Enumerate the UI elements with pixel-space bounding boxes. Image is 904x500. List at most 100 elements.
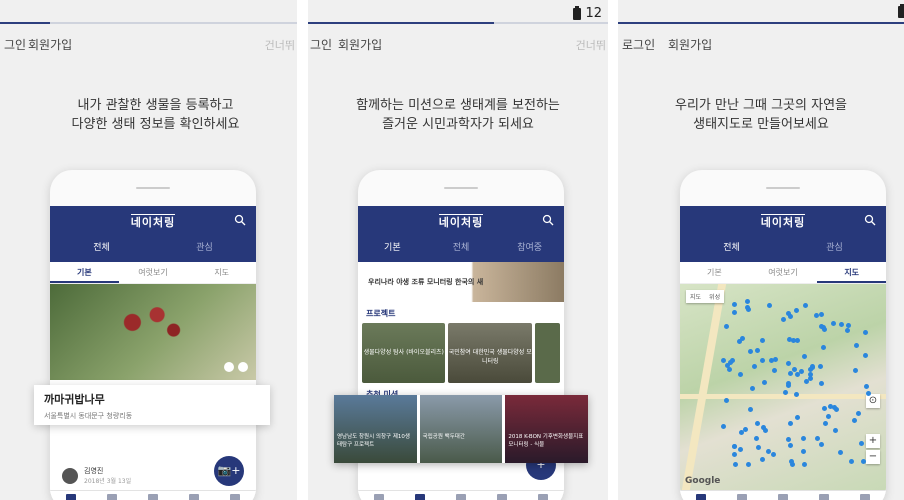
nav-camera-icon[interactable] — [358, 491, 399, 500]
subtab-map[interactable]: 지도 — [187, 262, 256, 283]
observation-marker[interactable] — [801, 462, 807, 468]
observation-photo[interactable] — [50, 284, 256, 380]
observation-marker[interactable] — [780, 316, 786, 322]
nav-camera-icon[interactable] — [50, 491, 91, 500]
tab-interest[interactable]: 관심 — [783, 238, 886, 262]
observation-marker[interactable] — [788, 442, 794, 448]
observation-marker[interactable] — [754, 436, 760, 442]
subtab-multi[interactable]: 여럿보기 — [749, 262, 818, 283]
observation-marker[interactable] — [731, 444, 737, 450]
observation-map[interactable]: 지도 위성 ⊙ + − Google — [680, 284, 886, 490]
observation-marker[interactable] — [785, 361, 791, 367]
tab-all[interactable]: 전체 — [680, 238, 783, 262]
observation-marker[interactable] — [854, 342, 860, 348]
nav-flag-icon[interactable] — [721, 491, 762, 500]
observation-marker[interactable] — [770, 452, 776, 458]
observation-marker[interactable] — [863, 352, 869, 358]
observation-marker[interactable] — [738, 447, 744, 453]
observation-marker[interactable] — [787, 420, 793, 426]
nav-gallery-icon[interactable] — [762, 491, 803, 500]
nav-menu-icon[interactable] — [523, 491, 564, 500]
signup-link[interactable]: 회원가입 — [668, 36, 712, 53]
map-type-map[interactable]: 지도 — [686, 290, 705, 303]
observation-marker[interactable] — [761, 379, 767, 385]
observation-marker[interactable] — [818, 311, 824, 317]
signup-link[interactable]: 회원가입 — [28, 36, 72, 53]
observation-marker[interactable] — [821, 326, 827, 332]
project-card[interactable] — [534, 323, 561, 383]
observation-marker[interactable] — [815, 435, 821, 441]
observation-marker[interactable] — [822, 405, 828, 411]
observation-marker[interactable] — [803, 302, 809, 308]
observation-marker[interactable] — [759, 338, 765, 344]
observation-marker[interactable] — [800, 436, 806, 442]
observation-marker[interactable] — [745, 461, 751, 467]
observation-marker[interactable] — [795, 372, 801, 378]
observation-marker[interactable] — [863, 383, 869, 389]
observation-marker[interactable] — [822, 420, 828, 426]
observation-card[interactable]: 까마귀밥나무 서울특별시 동대문구 청량리동 — [34, 385, 270, 425]
tab-joined[interactable]: 참여중 — [495, 238, 564, 262]
subtab-multi[interactable]: 여럿보기 — [119, 262, 188, 283]
nav-bell-icon[interactable] — [804, 491, 845, 500]
observation-marker[interactable] — [831, 320, 837, 326]
subtab-basic[interactable]: 기본 — [50, 262, 119, 283]
observation-marker[interactable] — [813, 313, 819, 319]
observation-marker[interactable] — [800, 448, 806, 454]
observation-marker[interactable] — [844, 328, 850, 334]
observation-marker[interactable] — [782, 389, 788, 395]
observation-marker[interactable] — [744, 299, 750, 305]
observation-marker[interactable] — [865, 390, 871, 396]
observation-marker[interactable] — [859, 440, 865, 446]
subtab-map[interactable]: 지도 — [817, 262, 886, 283]
map-type-toggle[interactable]: 지도 위성 — [686, 290, 725, 303]
search-icon[interactable] — [234, 214, 246, 226]
monitoring-banner[interactable]: 우리나라 야생 조류 모니터링 한국의 새 — [358, 262, 564, 302]
observation-marker[interactable] — [771, 367, 777, 373]
observation-marker[interactable] — [838, 449, 844, 455]
tab-basic[interactable]: 기본 — [358, 238, 427, 262]
nav-menu-icon[interactable] — [845, 491, 886, 500]
observation-marker[interactable] — [832, 428, 838, 434]
nav-bell-icon[interactable] — [482, 491, 523, 500]
search-icon[interactable] — [864, 214, 876, 226]
observation-marker[interactable] — [760, 456, 765, 462]
skip-link[interactable]: 건너뛰 — [265, 37, 295, 53]
observation-marker[interactable] — [747, 407, 753, 413]
login-link[interactable]: 그인 — [310, 36, 332, 53]
observation-marker[interactable] — [799, 368, 805, 374]
observation-marker[interactable] — [738, 372, 744, 378]
observation-marker[interactable] — [852, 367, 858, 373]
nav-flag-icon[interactable] — [399, 491, 440, 500]
nav-camera-icon[interactable] — [680, 491, 721, 500]
signup-link[interactable]: 회원가입 — [338, 36, 382, 53]
observation-marker[interactable] — [724, 398, 730, 404]
observation-marker[interactable] — [794, 414, 800, 420]
observation-marker[interactable] — [767, 302, 773, 308]
observation-marker[interactable] — [732, 310, 738, 316]
mission-card[interactable]: 2018 K-BON 기후변화생물지표 모니터링 - 식물 — [505, 395, 589, 463]
observation-marker[interactable] — [750, 386, 756, 392]
observation-marker[interactable] — [752, 363, 758, 369]
zoom-in-button[interactable]: + — [866, 434, 880, 448]
observation-marker[interactable] — [794, 307, 800, 313]
skip-link[interactable]: 건너뛰 — [576, 37, 606, 53]
nav-gallery-icon[interactable] — [440, 491, 481, 500]
observation-marker[interactable] — [765, 448, 771, 454]
camera-add-button[interactable]: 📷+ — [214, 456, 244, 486]
observation-marker[interactable] — [790, 337, 796, 343]
observation-marker[interactable] — [731, 451, 737, 457]
observation-marker[interactable] — [733, 462, 739, 468]
observation-marker[interactable] — [846, 323, 852, 329]
observation-marker[interactable] — [790, 462, 796, 468]
login-link[interactable]: 로그인 — [622, 36, 655, 53]
observation-marker[interactable] — [721, 423, 727, 429]
my-location-icon[interactable]: ⊙ — [866, 394, 880, 408]
observation-marker[interactable] — [808, 376, 814, 382]
observation-marker[interactable] — [740, 335, 746, 341]
observation-marker[interactable] — [838, 321, 844, 327]
login-link[interactable]: 그인 — [4, 36, 26, 53]
observation-marker[interactable] — [793, 391, 799, 397]
observation-marker[interactable] — [754, 421, 760, 427]
project-card[interactable]: 국민참여 대한민국 생물다양성 모니터링 — [448, 323, 532, 383]
